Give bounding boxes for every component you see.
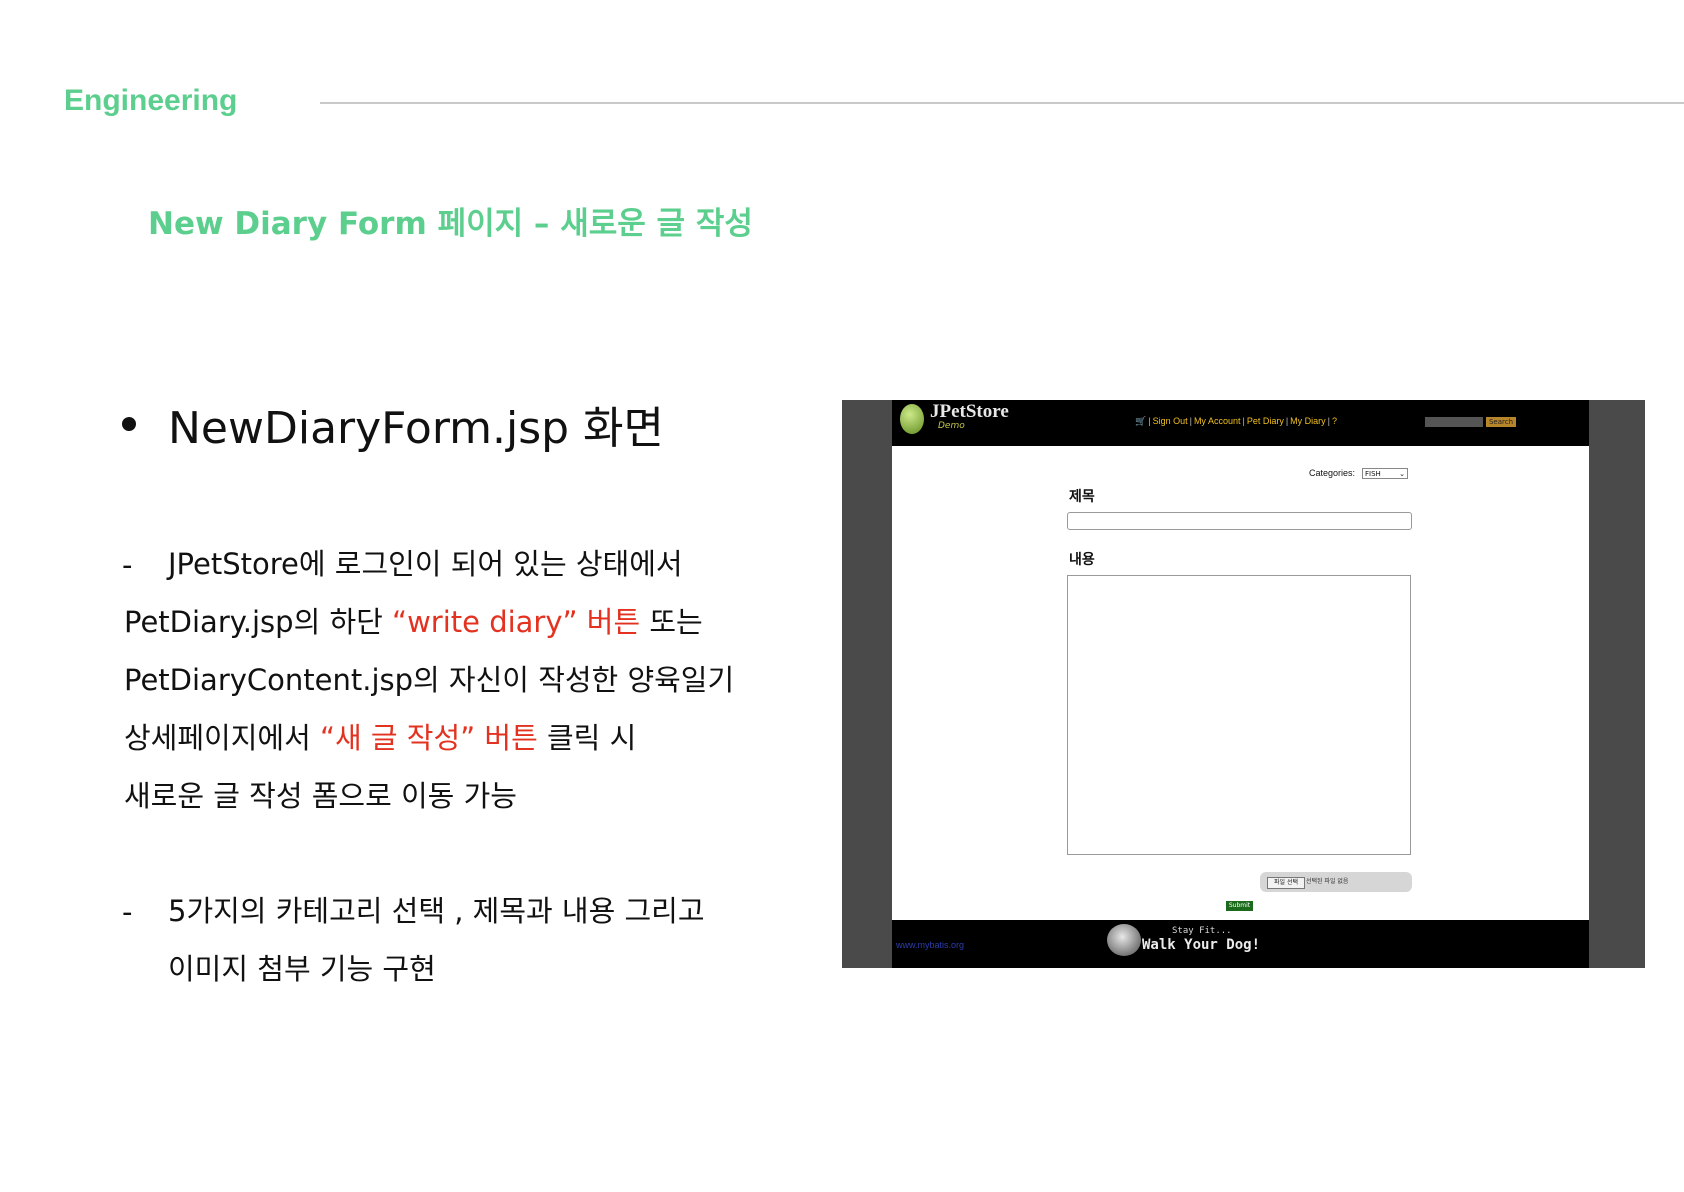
title-label: 제목: [1069, 489, 1095, 505]
file-choose-button[interactable]: 파일 선택: [1267, 877, 1305, 889]
description-paragraph-2: 5가지의 카테고리 선택 , 제목과 내용 그리고 이미지 첨부 기능 구현: [168, 882, 705, 998]
category-select[interactable]: FISH ⌄: [1362, 468, 1408, 479]
main-menu: 🛒 | Sign Out | My Account | Pet Diary | My Diary…: [1135, 416, 1338, 426]
bullet-heading: NewDiaryForm.jsp 화면: [122, 392, 664, 456]
submit-button[interactable]: Submit: [1226, 901, 1253, 911]
jpetstore-header: JPetStore Demo 🛒 | Sign Out | My Account | Pet…: [892, 400, 1589, 446]
header-divider: [320, 102, 1684, 104]
cart-icon[interactable]: 🛒: [1135, 416, 1146, 426]
footer-tagline-small: Stay Fit...: [1172, 926, 1232, 936]
bullet-text: NewDiaryForm.jsp 화면: [168, 403, 665, 454]
para1-line-2: PetDiary.jsp의 하단 “write diary” 버튼 또는: [124, 605, 703, 639]
description-paragraph-1: JPetStore에 로그인이 되어 있는 상태에서 PetDiary.jsp의…: [124, 535, 734, 825]
jpetstore-footer: www.mybatis.org Stay Fit... Walk Your Do…: [892, 920, 1589, 968]
jpetstore-screenshot: JPetStore Demo 🛒 | Sign Out | My Account | Pet…: [842, 400, 1645, 968]
mybatis-link[interactable]: www.mybatis.org: [896, 940, 964, 950]
dash-marker: -: [122, 895, 133, 929]
para1-line-5: 새로운 글 작성 폼으로 이동 가능: [124, 779, 517, 813]
file-status: 선택된 파일 없음: [1306, 878, 1349, 885]
dog-icon: [1107, 924, 1141, 956]
my-account-link[interactable]: My Account: [1194, 416, 1241, 426]
sign-out-link[interactable]: Sign Out: [1153, 416, 1188, 426]
para1-line-1: JPetStore에 로그인이 되어 있는 상태에서: [168, 547, 683, 581]
footer-tagline: Walk Your Dog!: [1142, 937, 1261, 953]
chevron-down-icon: ⌄: [1399, 470, 1405, 478]
slide-title: New Diary Form 페이지 – 새로운 글 작성: [148, 206, 753, 242]
logo-title[interactable]: JPetStore: [930, 401, 1009, 423]
help-link[interactable]: ?: [1332, 416, 1337, 426]
bullet-dot-icon: [122, 417, 136, 431]
para2-line-2: 이미지 첨부 기능 구현: [168, 952, 436, 986]
para1-line-4: 상세페이지에서 “새 글 작성” 버튼 클릭 시: [124, 721, 637, 755]
categories-label: Categories:: [1309, 468, 1356, 478]
pet-diary-link[interactable]: Pet Diary: [1247, 416, 1284, 426]
logo-subtitle: Demo: [938, 421, 965, 431]
search-button[interactable]: Search: [1486, 417, 1516, 427]
para1-line-3: PetDiaryContent.jsp의 자신이 작성한 양육일기: [124, 663, 735, 697]
new-post-highlight: “새 글 작성” 버튼: [319, 721, 538, 755]
my-diary-link[interactable]: My Diary: [1290, 416, 1326, 426]
logo-icon: [900, 404, 924, 434]
title-input[interactable]: [1067, 512, 1412, 530]
section-label: Engineering: [64, 84, 238, 117]
para2-line-1: 5가지의 카테고리 선택 , 제목과 내용 그리고: [168, 894, 705, 928]
file-upload: 파일 선택 선택된 파일 없음: [1260, 872, 1412, 892]
jpetstore-page: JPetStore Demo 🛒 | Sign Out | My Account | Pet…: [892, 400, 1589, 968]
content-label: 내용: [1069, 552, 1095, 568]
search-input[interactable]: [1425, 417, 1483, 427]
content-textarea[interactable]: [1067, 575, 1411, 855]
write-diary-highlight: “write diary” 버튼: [392, 605, 641, 639]
